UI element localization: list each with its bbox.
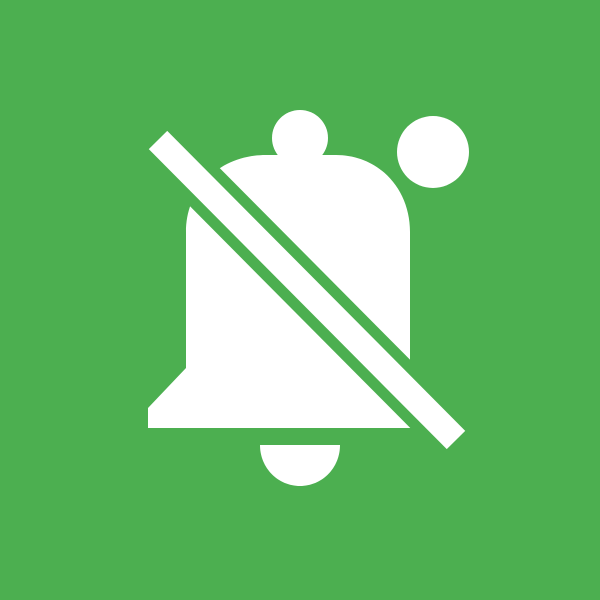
notifications-off-icon xyxy=(148,110,469,486)
dot-icon xyxy=(397,116,469,188)
app-icon-tile xyxy=(0,0,600,600)
